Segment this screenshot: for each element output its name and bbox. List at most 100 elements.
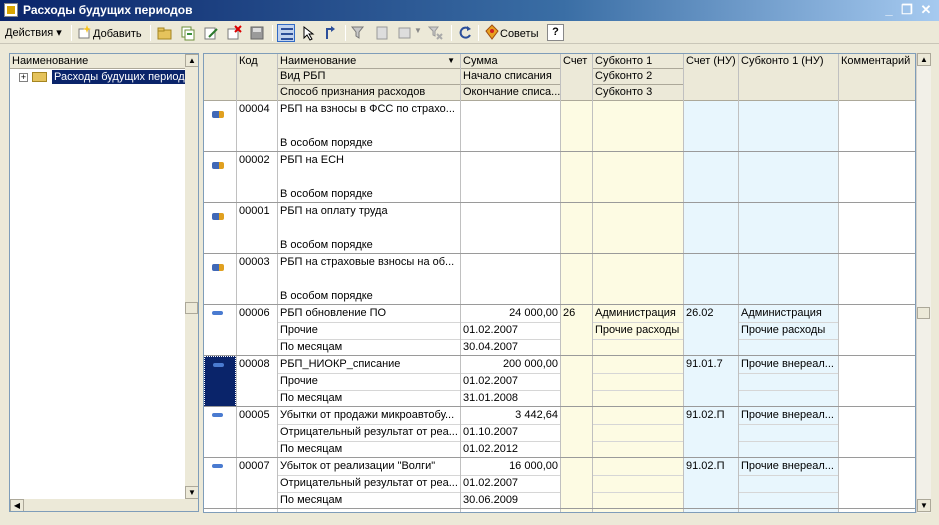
header-kind[interactable]: Вид РБП [278,69,461,85]
name-cell: РБП на оплату труда [280,205,388,217]
scroll-down-icon[interactable]: ▼ [917,499,931,512]
subconto1-cell [593,356,683,373]
expand-icon[interactable]: + [19,73,28,82]
cell-divider [739,390,838,391]
tree-header[interactable]: Наименование [10,54,198,69]
save-icon[interactable] [249,25,265,41]
folder-item-icon [212,111,224,118]
scroll-up-icon[interactable]: ▲ [917,53,931,66]
filter-set-icon[interactable] [374,25,390,41]
header-account-nu[interactable]: Счет (НУ) [684,54,739,101]
cell-divider [461,373,560,374]
row-icon-cell[interactable] [204,254,236,305]
header-subconto1-nu[interactable]: Субконто 1 (НУ) [739,54,839,101]
subconto1-nu-cell: Прочие внереал... [741,460,834,472]
toolbar-separator [451,25,452,41]
add-button[interactable]: Добавить [77,24,142,42]
table-row[interactable]: 00008 РБП_НИОКР_списание Прочие По месяцам 2… [204,356,915,407]
hierarchy-icon[interactable] [277,24,295,42]
select-icon[interactable] [301,25,317,41]
toolbar-separator [71,25,72,41]
tree-scrollbar[interactable]: ▲ ▼ [185,54,198,511]
comment-cell [839,305,915,322]
header-code[interactable]: Код [237,54,278,101]
grid-scrollbar[interactable]: ▲ ▼ [916,53,931,513]
method-cell: В особом порядке [280,137,373,149]
row-icon-cell[interactable] [204,407,236,458]
filter-icon[interactable] [351,25,367,41]
method-cell: По месяцам [280,341,343,353]
table-row[interactable]: 00004 РБП на взносы в ФСС по страхо... В о… [204,101,915,152]
scroll-thumb[interactable] [917,307,930,319]
subconto1-nu-cell [739,152,838,169]
table-row[interactable]: 00003 РБП на страховые взносы на об... В о… [204,254,915,305]
header-method[interactable]: Способ признания расходов [278,85,461,101]
delete-icon[interactable] [226,25,242,41]
actions-menu-button[interactable]: Действия ▾ [5,24,62,42]
help-icon[interactable]: ? [547,24,564,41]
row-icon-cell[interactable] [204,203,236,254]
name-cell: Убыток от реализации "Волги" [280,460,436,472]
row-icon-cell[interactable] [204,152,236,203]
method-cell: По месяцам [280,443,343,455]
folder-add-icon[interactable] [157,25,173,41]
scroll-up-icon[interactable]: ▲ [185,54,198,67]
subconto1-cell [593,254,683,271]
table-row[interactable]: 00007 Убыток от реализации "Волги" Отрицат… [204,458,915,509]
end-date-cell: 30.04.2007 [463,341,519,353]
subconto2-cell [593,373,683,390]
row-icon-cell[interactable] [204,305,236,356]
scroll-thumb[interactable] [185,302,198,314]
tree-item-root[interactable]: + Расходы будущих период [10,69,188,85]
tree-hscrollbar[interactable]: ◀ [10,499,185,511]
header-comment[interactable]: Комментарий [839,54,915,101]
move-up-icon[interactable] [323,25,339,41]
header-subconto2[interactable]: Субконто 2 [593,69,684,85]
grid-hscrollbar[interactable] [203,513,916,519]
table-row[interactable]: 00005 Убытки от продажи микроавтобу... Отр… [204,407,915,458]
header-end[interactable]: Окончание списа... [461,85,561,101]
filter-menu-icon[interactable]: ▼ [397,25,422,41]
groups-tree[interactable]: Наименование + Расходы будущих период ▲ … [9,53,199,512]
cell-divider [593,339,683,340]
window-icon [4,3,18,17]
scroll-down-icon[interactable]: ▼ [185,486,198,499]
edit-icon[interactable] [203,25,219,41]
header-account[interactable]: Счет [561,54,593,101]
table-row[interactable]: 00002 РБП на ЕСН В особом порядке [204,152,915,203]
method-cell: По месяцам [280,494,343,506]
subconto1-nu-cell: Прочие внереал... [741,409,834,421]
code-cell: 00001 [239,205,270,217]
minimize-icon[interactable]: _ [881,2,897,18]
sum-cell: 3 442,64 [515,409,558,421]
toolbar-separator [478,25,479,41]
toolbar-separator [272,25,273,41]
table-row[interactable]: 00006 РБП обновление ПО Прочие По месяцам 24… [204,305,915,356]
header-subconto3[interactable]: Субконто 3 [593,85,684,101]
table-row[interactable]: 00001 РБП на оплату труда В особом порядке [204,203,915,254]
row-icon-cell[interactable] [204,101,236,152]
filter-clear-icon[interactable] [428,25,444,41]
subconto2-cell [593,271,683,288]
scroll-left-icon[interactable]: ◀ [10,499,24,511]
row-icon-cell[interactable] [204,356,236,407]
row-icon-cell[interactable] [204,458,236,509]
copy-icon[interactable] [180,25,196,41]
header-subconto1[interactable]: Субконто 1 [593,54,684,69]
account-cell [561,356,592,373]
tips-button[interactable]: Советы [484,24,538,42]
header-sum[interactable]: Сумма [461,54,561,69]
close-icon[interactable]: ✕ [918,2,934,18]
refresh-icon[interactable] [457,25,473,41]
header-start[interactable]: Начало списания [461,69,561,85]
cell-divider [461,322,560,323]
code-cell: 00002 [239,154,270,166]
sum-cell [461,152,560,169]
start-date-cell [461,271,560,288]
actions-label: Действия [5,27,54,39]
data-grid[interactable]: Код Наименование ▼ Вид РБП Способ признан… [203,53,916,513]
subconto1-cell [593,101,683,118]
cell-divider [461,390,560,391]
header-name[interactable]: Наименование ▼ [278,54,461,69]
restore-icon[interactable]: ❐ [899,2,915,18]
